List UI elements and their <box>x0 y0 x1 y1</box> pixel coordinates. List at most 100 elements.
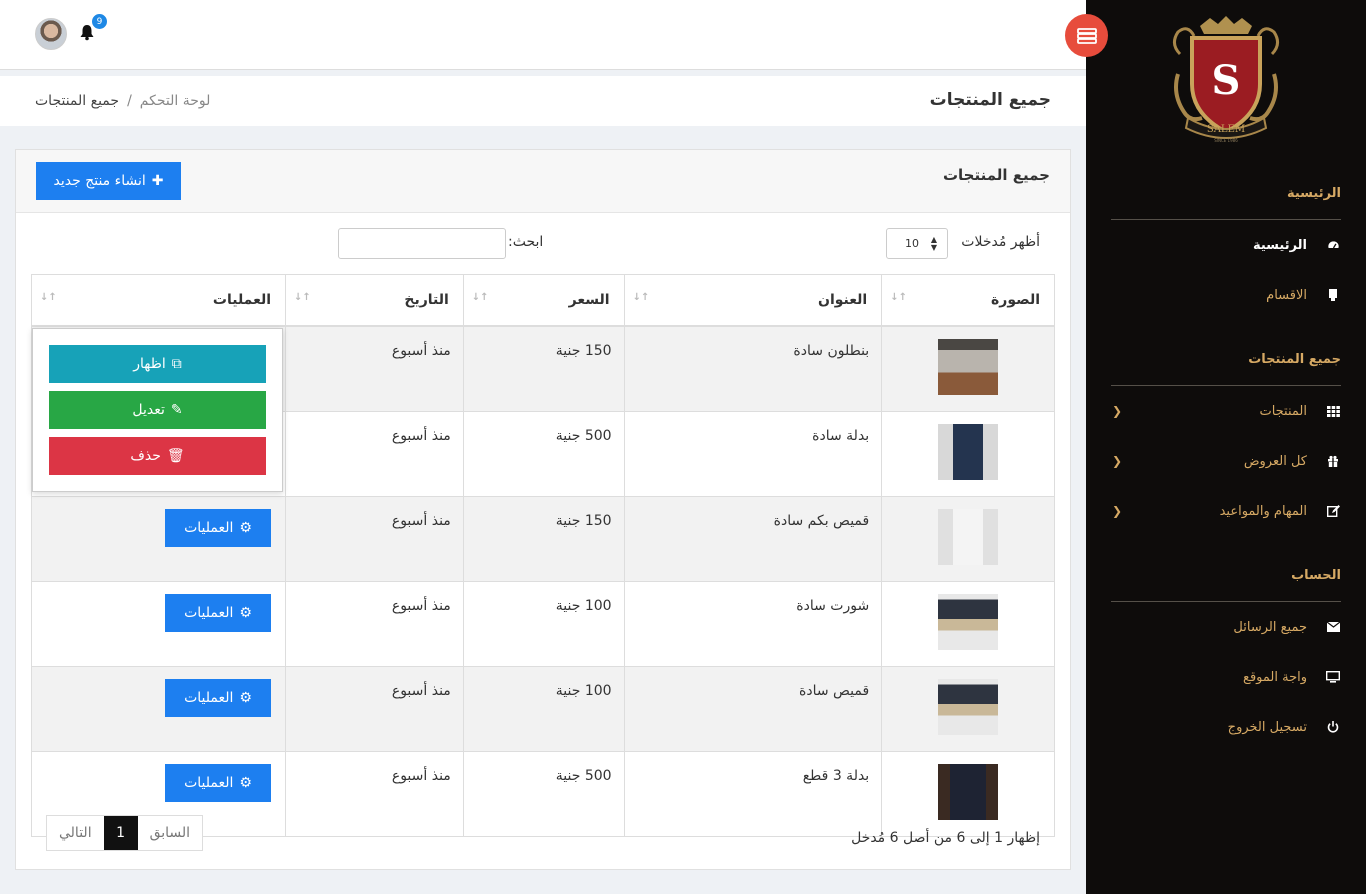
sort-icon: ↑↓ <box>471 292 489 303</box>
sidebar-item-home[interactable]: الرئيسية <box>1111 233 1341 257</box>
sort-icon: ↑↓ <box>890 292 907 303</box>
product-image-cell <box>881 325 1055 412</box>
column-header-date[interactable]: التاريخ ↑↓ <box>285 274 464 327</box>
sidebar-item-label: تسجيل الخروج <box>1227 719 1307 735</box>
gear-icon: ⚙ <box>239 519 252 536</box>
operations-button[interactable]: ⚙ العمليات <box>165 678 271 717</box>
product-title: بدلة 3 قطع <box>623 750 883 837</box>
product-thumbnail[interactable] <box>938 338 999 395</box>
page-title: جميع المنتجات <box>929 90 1051 110</box>
entries-length-label: أظهر مُدخلات <box>961 234 1040 250</box>
operations-button[interactable]: ⚙ العمليات <box>165 763 271 802</box>
product-date: منذ أسبوع <box>285 495 464 582</box>
power-icon <box>1325 719 1341 735</box>
product-thumbnail[interactable] <box>938 423 999 480</box>
sidebar-item-messages[interactable]: جميع الرسائل <box>1111 615 1341 639</box>
sidebar-item-website[interactable]: واجة الموقع <box>1111 665 1341 689</box>
delete-button[interactable]: 🗑 حذف <box>49 437 266 475</box>
product-thumbnail[interactable] <box>938 508 999 565</box>
sort-icon: ↑↓ <box>40 292 57 303</box>
column-header-title[interactable]: العنوان ↑↓ <box>623 274 883 327</box>
product-title: شورت سادة <box>623 580 883 667</box>
product-date: منذ أسبوع <box>285 750 464 837</box>
breadcrumb-current: جميع المنتجات <box>35 93 120 109</box>
operations-button[interactable]: ⚙ العمليات <box>165 508 271 547</box>
sidebar-item-logout[interactable]: تسجيل الخروج <box>1111 715 1341 739</box>
create-product-button[interactable]: ✚ انشاء منتج جديد <box>36 162 181 200</box>
sidebar-section-account: الحساب <box>1291 568 1341 583</box>
sidebar-item-label: جميع الرسائل <box>1233 619 1307 635</box>
breadcrumb-separator: / <box>127 93 132 109</box>
edit-icon <box>1325 503 1341 519</box>
product-date: منذ أسبوع <box>285 410 464 497</box>
grid-icon <box>1325 403 1341 419</box>
product-price: 150 جنية <box>462 495 625 582</box>
create-product-label: انشاء منتج جديد <box>53 173 146 189</box>
column-header-image[interactable]: الصورة ↑↓ <box>881 274 1055 327</box>
product-image-cell <box>881 495 1055 582</box>
sidebar-item-label: الاقسام <box>1266 287 1307 303</box>
trash-icon: 🗑 <box>166 448 185 464</box>
column-header-operations[interactable]: العمليات ↑↓ <box>30 274 287 327</box>
chevron-left-icon: ❮ <box>1111 454 1123 468</box>
chevron-left-icon: ❮ <box>1111 504 1123 518</box>
bookmark-icon <box>1325 287 1341 303</box>
search-label: ابحث: <box>508 234 544 250</box>
product-date: منذ أسبوع <box>285 665 464 752</box>
logo[interactable]: S SALEM SINCE 1986 <box>1170 14 1282 144</box>
show-button[interactable]: ⧉ اظهار <box>49 345 266 383</box>
chevron-left-icon: ❮ <box>1111 404 1123 418</box>
product-title: قميص بكم سادة <box>623 495 883 582</box>
card-header: جميع المنتجات ✚ انشاء منتج جديد <box>16 150 1070 213</box>
sidebar-divider <box>1111 601 1341 602</box>
product-image-cell <box>881 580 1055 667</box>
sidebar-item-tasks[interactable]: المهام والمواعيد ❮ <box>1111 499 1341 523</box>
sidebar-item-label: كل العروض <box>1243 453 1307 469</box>
products-card: جميع المنتجات ✚ انشاء منتج جديد أظهر مُد… <box>15 149 1071 870</box>
sidebar-item-products[interactable]: المنتجات ❮ <box>1111 399 1341 423</box>
pagination-previous[interactable]: السابق <box>137 816 203 850</box>
product-date: منذ أسبوع <box>285 325 464 412</box>
breadcrumb-home[interactable]: لوحة التحكم <box>140 93 211 109</box>
sidebar-section-products: جميع المنتجات <box>1248 352 1341 367</box>
product-price: 100 جنية <box>462 580 625 667</box>
table-row: قميص سادة 100 جنية منذ أسبوع ⚙ العمليات <box>30 665 1055 752</box>
product-price: 150 جنية <box>462 325 625 412</box>
product-title: بنطلون سادة <box>623 325 883 412</box>
sidebar-section-main: الرئيسية <box>1286 186 1341 201</box>
external-link-icon: ⧉ <box>171 356 182 372</box>
product-thumbnail[interactable] <box>938 763 999 820</box>
table-info: إظهار 1 إلى 6 من أصل 6 مُدخل <box>851 830 1040 846</box>
product-thumbnail[interactable] <box>938 593 999 650</box>
gear-icon: ⚙ <box>239 604 252 621</box>
pagination-page[interactable]: 1 <box>103 816 138 850</box>
avatar[interactable] <box>35 18 67 50</box>
sidebar-item-categories[interactable]: الاقسام <box>1111 283 1341 307</box>
edit-icon: ✎ <box>170 402 183 418</box>
logo-text: SALEM <box>1207 124 1245 135</box>
column-header-price[interactable]: السعر ↑↓ <box>462 274 625 327</box>
select-arrows-icon: ▲ ▼ <box>930 234 937 252</box>
operations-button[interactable]: ⚙ العمليات <box>165 593 271 632</box>
search-input[interactable] <box>338 228 506 259</box>
notification-badge: 9 <box>92 14 107 29</box>
sidebar-item-offers[interactable]: كل العروض ❮ <box>1111 449 1341 473</box>
sidebar-divider <box>1111 219 1341 220</box>
product-title: بدلة سادة <box>623 410 883 497</box>
card-title: جميع المنتجات <box>942 166 1050 184</box>
sidebar-toggle-button[interactable] <box>1065 14 1108 57</box>
sidebar-item-label: المهام والمواعيد <box>1219 503 1307 519</box>
product-title: قميص سادة <box>623 665 883 752</box>
product-thumbnail[interactable] <box>938 678 999 735</box>
entries-length-select[interactable]: 10 ▲ ▼ <box>886 228 948 259</box>
table-row: قميص بكم سادة 150 جنية منذ أسبوع ⚙ العملي… <box>30 495 1055 582</box>
pagination-next[interactable]: التالي <box>47 816 104 850</box>
logo-letter: S <box>1212 57 1241 104</box>
monitor-icon <box>1325 669 1341 685</box>
envelope-icon <box>1325 619 1341 635</box>
operations-dropdown: ⧉ اظهار ✎ تعديل 🗑 حذف <box>32 328 283 492</box>
operations-cell: ⚙ العمليات <box>30 495 287 582</box>
sort-icon: ↑↓ <box>632 292 650 303</box>
product-image-cell <box>881 750 1055 837</box>
edit-button[interactable]: ✎ تعديل <box>49 391 266 429</box>
